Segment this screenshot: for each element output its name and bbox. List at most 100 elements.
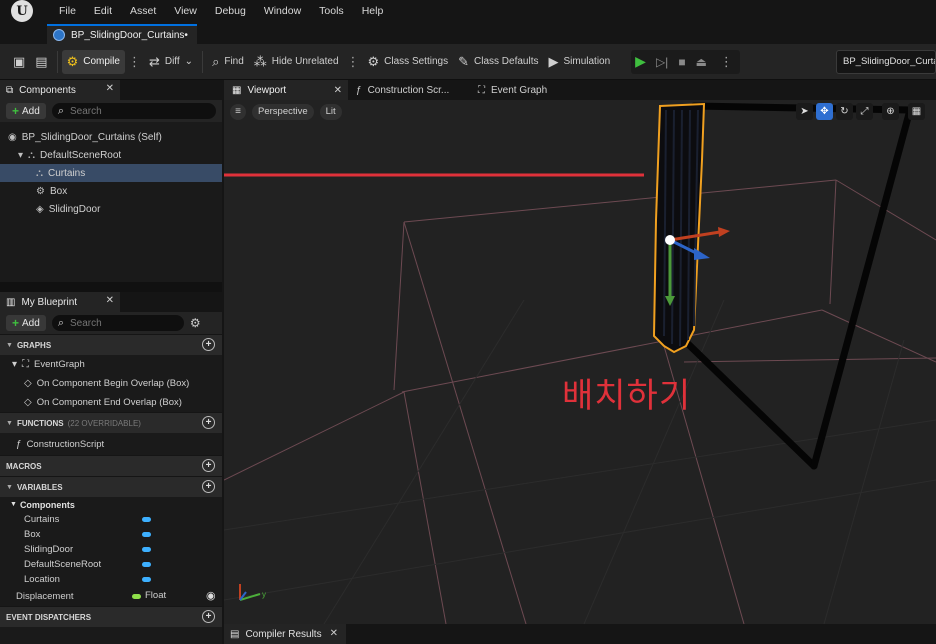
variable-displacement[interactable]: Displacement Float ◉ bbox=[0, 587, 222, 606]
gizmo-center[interactable] bbox=[665, 235, 675, 245]
grid-snap-icon[interactable]: ▦ bbox=[908, 103, 925, 120]
viewport[interactable]: y ≡ Perspective Lit ➤ ✥ ↻ ⤢ ⊕ ▦ 배치하기 bbox=[224, 100, 936, 624]
main-menu: File Edit Asset View Debug Window Tools … bbox=[50, 0, 392, 22]
simulation-button[interactable]: ▶ Simulation bbox=[543, 50, 615, 74]
close-icon[interactable]: ✕ bbox=[334, 85, 342, 96]
debug-object-select[interactable]: BP_SlidingDoor_Curta bbox=[836, 50, 936, 74]
tab-components[interactable]: ⧉ Components ✕ bbox=[0, 80, 120, 100]
close-icon[interactable]: ✕ bbox=[330, 628, 338, 639]
compile-button[interactable]: ⚙ Compile bbox=[61, 49, 125, 74]
overridable-count: (22 OVERRIDABLE) bbox=[67, 418, 141, 428]
components-search-input[interactable] bbox=[69, 105, 170, 117]
lit-button[interactable]: Lit bbox=[319, 104, 342, 120]
unreal-logo-icon[interactable]: U bbox=[8, 0, 36, 22]
compile-label: Compile bbox=[83, 56, 120, 67]
hide-unrelated-button[interactable]: ⁂ Hide Unrelated bbox=[249, 50, 344, 74]
section-event-dispatchers[interactable]: EVENT DISPATCHERS + bbox=[0, 606, 222, 627]
menu-asset[interactable]: Asset bbox=[121, 0, 165, 22]
tab-construction-script[interactable]: ƒ Construction Scr... bbox=[348, 80, 470, 100]
save-button[interactable]: ▣ bbox=[8, 50, 30, 74]
eject-icon[interactable]: ⏏ bbox=[696, 55, 707, 69]
tab-label: Event Graph bbox=[491, 84, 548, 96]
add-dispatcher-icon[interactable]: + bbox=[202, 610, 215, 623]
section-variables[interactable]: ▼ VARIABLES + bbox=[0, 476, 222, 497]
rotate-icon[interactable]: ↻ bbox=[836, 103, 853, 120]
play-options-button[interactable]: ⋮ bbox=[717, 54, 736, 70]
curtains-mesh[interactable] bbox=[652, 102, 706, 354]
menu-edit[interactable]: Edit bbox=[85, 0, 121, 22]
browse-button[interactable]: ▤ bbox=[30, 50, 52, 74]
menu-tools[interactable]: Tools bbox=[310, 0, 353, 22]
class-settings-button[interactable]: ⚙ Class Settings bbox=[363, 50, 454, 74]
gizmo-y-arrow[interactable] bbox=[694, 248, 710, 260]
variable-location[interactable]: Location bbox=[0, 572, 222, 587]
my-blueprint-search-input[interactable] bbox=[69, 317, 170, 329]
menu-window[interactable]: Window bbox=[255, 0, 310, 22]
section-functions[interactable]: ▼ FUNCTIONS (22 OVERRIDABLE) + bbox=[0, 412, 222, 433]
tab-label: Construction Scr... bbox=[367, 84, 450, 96]
add-function-icon[interactable]: + bbox=[202, 416, 215, 429]
class-defaults-button[interactable]: ✎ Class Defaults bbox=[453, 50, 543, 74]
menu-view[interactable]: View bbox=[165, 0, 206, 22]
tree-item-curtains[interactable]: ⛬ Curtains bbox=[0, 164, 222, 182]
variable-label: SlidingDoor bbox=[24, 544, 74, 555]
variable-curtains[interactable]: Curtains bbox=[0, 512, 222, 527]
step-icon[interactable]: ▷| bbox=[656, 55, 668, 69]
scale-icon[interactable]: ⤢ bbox=[856, 103, 873, 120]
viewport-icon: ▦ bbox=[232, 84, 242, 96]
eye-icon[interactable]: ◉ bbox=[206, 589, 216, 602]
section-macros[interactable]: MACROS + bbox=[0, 455, 222, 476]
panel-splitter[interactable] bbox=[0, 282, 222, 292]
tab-my-blueprint[interactable]: ▥ My Blueprint ✕ bbox=[0, 292, 120, 312]
play-icon[interactable]: ▶ bbox=[635, 53, 646, 70]
hide-unrelated-options-button[interactable]: ⋮ bbox=[344, 54, 363, 70]
find-button[interactable]: ⌕ Find bbox=[207, 50, 249, 74]
variable-sliding-door[interactable]: SlidingDoor bbox=[0, 542, 222, 557]
object-type-pill-icon bbox=[142, 517, 151, 522]
add-macro-icon[interactable]: + bbox=[202, 459, 215, 472]
tree-item-self[interactable]: ◉ BP_SlidingDoor_Curtains (Self) bbox=[0, 128, 222, 146]
gizmo-x-arrow[interactable] bbox=[718, 227, 730, 237]
variable-box[interactable]: Box bbox=[0, 527, 222, 542]
tab-event-graph[interactable]: ⛶ Event Graph bbox=[470, 80, 555, 100]
expand-arrow-icon[interactable]: ▾ bbox=[18, 150, 23, 161]
variable-default-scene-root[interactable]: DefaultSceneRoot bbox=[0, 557, 222, 572]
tab-viewport[interactable]: ▦ Viewport ✕ bbox=[224, 80, 348, 100]
add-variable-icon[interactable]: + bbox=[202, 480, 215, 493]
perspective-button[interactable]: Perspective bbox=[252, 104, 314, 120]
compile-options-button[interactable]: ⋮ bbox=[125, 54, 144, 70]
event-item-end-overlap[interactable]: ◇ On Component End Overlap (Box) bbox=[0, 393, 222, 412]
world-local-icon[interactable]: ⊕ bbox=[882, 103, 899, 120]
search-icon: ⌕ bbox=[57, 104, 64, 117]
menu-debug[interactable]: Debug bbox=[206, 0, 255, 22]
add-graph-icon[interactable]: + bbox=[202, 338, 215, 351]
section-graphs[interactable]: ▼ GRAPHS + bbox=[0, 334, 222, 355]
variables-components-header[interactable]: ▼ Components bbox=[0, 497, 222, 512]
door-frame-mesh[interactable] bbox=[680, 102, 914, 470]
tree-item-box[interactable]: ⚙ Box bbox=[0, 182, 222, 200]
select-cursor-icon[interactable]: ➤ bbox=[796, 103, 813, 120]
close-icon[interactable]: ✕ bbox=[106, 83, 114, 94]
event-item-begin-overlap[interactable]: ◇ On Component Begin Overlap (Box) bbox=[0, 374, 222, 393]
graph-item-event-graph[interactable]: ▾ ⛶ EventGraph bbox=[0, 355, 222, 374]
tree-item-default-scene-root[interactable]: ▾ ⛬ DefaultSceneRoot bbox=[0, 146, 222, 164]
class-defaults-label: Class Defaults bbox=[474, 56, 539, 67]
menu-help[interactable]: Help bbox=[353, 0, 393, 22]
hamburger-menu-icon[interactable]: ≡ bbox=[230, 104, 246, 120]
hide-unrelated-icon: ⁂ bbox=[253, 53, 267, 69]
function-item-construction-script[interactable]: ƒ ConstructionScript bbox=[0, 433, 222, 455]
tab-compiler-results[interactable]: ▤ Compiler Results ✕ bbox=[224, 624, 346, 644]
move-icon[interactable]: ✥ bbox=[816, 103, 833, 120]
close-icon[interactable]: ✕ bbox=[106, 295, 114, 306]
document-tab[interactable]: BP_SlidingDoor_Curtains• bbox=[47, 24, 197, 44]
stop-icon[interactable]: ■ bbox=[678, 55, 685, 69]
my-blueprint-tab-bar: ▥ My Blueprint ✕ bbox=[0, 292, 222, 312]
add-component-button[interactable]: + Add bbox=[6, 103, 46, 119]
gear-icon[interactable]: ⚙ bbox=[190, 316, 201, 330]
add-blueprint-item-button[interactable]: + Add bbox=[6, 315, 46, 331]
menu-file[interactable]: File bbox=[50, 0, 85, 22]
diff-button[interactable]: ⇄ Diff ⌄ bbox=[144, 50, 198, 74]
tree-item-sliding-door[interactable]: ◈ SlidingDoor bbox=[0, 200, 222, 218]
tree-label: DefaultSceneRoot bbox=[40, 149, 122, 161]
skeletal-mesh-icon: ⛬ bbox=[36, 167, 43, 179]
